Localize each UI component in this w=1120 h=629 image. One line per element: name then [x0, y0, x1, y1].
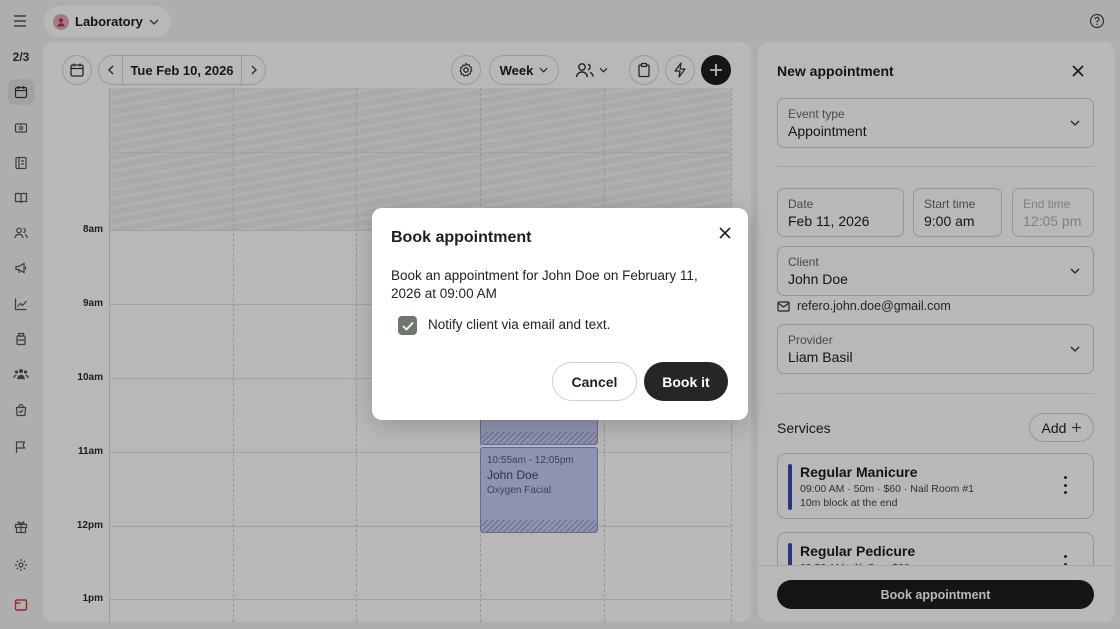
book-appointment-dialog: Book appointment Book an appointment for… [372, 208, 748, 420]
cancel-button[interactable]: Cancel [552, 362, 637, 401]
dialog-message: Book an appointment for John Doe on Febr… [391, 268, 698, 301]
checkmark-icon [401, 321, 414, 331]
close-icon[interactable] [715, 223, 735, 243]
book-it-button[interactable]: Book it [644, 362, 728, 401]
notify-checkbox[interactable] [398, 316, 417, 335]
notify-label[interactable]: Notify client via email and text. [428, 317, 610, 332]
dialog-title: Book appointment [391, 229, 532, 246]
